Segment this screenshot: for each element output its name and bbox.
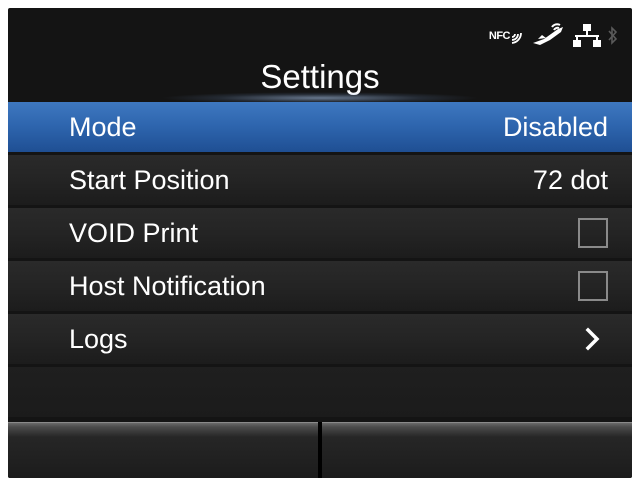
softkey-left[interactable] xyxy=(8,422,318,478)
menu-item-host-notification[interactable]: Host Notification xyxy=(8,261,632,311)
menu-item-void-print[interactable]: VOID Print xyxy=(8,208,632,258)
nfc-icon: NFC xyxy=(489,28,524,44)
menu-item-label: VOID Print xyxy=(69,217,199,248)
bluetooth-icon xyxy=(608,25,618,47)
menu-item-label: Logs xyxy=(69,323,128,354)
nfc-label: NFC xyxy=(488,30,511,42)
void-print-checkbox[interactable] xyxy=(578,218,608,248)
menu-item-value: 72 dot xyxy=(532,164,608,195)
softkey-bar xyxy=(8,422,632,478)
printer-display: NFC Settings Mode Disabled Start Positio… xyxy=(8,8,632,478)
status-bar: NFC xyxy=(489,20,618,52)
menu-item-mode[interactable]: Mode Disabled xyxy=(8,102,632,152)
menu-item-value: Disabled xyxy=(502,111,608,142)
menu-item-empty xyxy=(8,367,632,417)
chevron-right-icon xyxy=(578,324,608,354)
menu-item-label: Host Notification xyxy=(69,270,266,301)
wireless-lan-icon xyxy=(530,23,566,49)
softkey-right[interactable] xyxy=(322,422,632,478)
menu-item-start-position[interactable]: Start Position 72 dot xyxy=(8,155,632,205)
menu-item-label: Mode xyxy=(69,111,137,142)
wired-lan-icon xyxy=(572,23,602,49)
settings-menu: Mode Disabled Start Position 72 dot VOID… xyxy=(8,102,632,420)
menu-item-logs[interactable]: Logs xyxy=(8,314,632,364)
host-notification-checkbox[interactable] xyxy=(578,271,608,301)
menu-item-label: Start Position xyxy=(69,164,230,195)
